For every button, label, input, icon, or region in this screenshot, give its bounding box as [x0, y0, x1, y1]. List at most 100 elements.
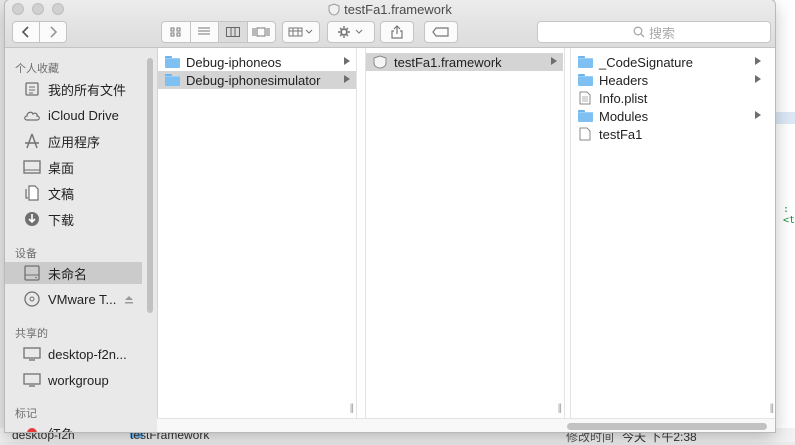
sidebar-item-workgroup[interactable]: workgroup [5, 369, 142, 391]
list-view-button[interactable] [191, 22, 219, 42]
download-icon [22, 210, 42, 228]
list-item[interactable]: testFa1 [571, 125, 767, 143]
back-button[interactable] [13, 22, 40, 42]
nav-buttons [12, 21, 67, 43]
list-item-label: Debug-iphonesimulator [186, 72, 321, 88]
list-item[interactable]: Headers [571, 71, 767, 89]
search-input[interactable]: 搜索 [537, 21, 771, 43]
list-item[interactable]: testFa1.framework [366, 53, 563, 71]
tag-icon [432, 27, 449, 37]
framework-icon [328, 3, 340, 19]
grid-view-icon [170, 27, 181, 37]
sidebar-item-label: 未命名 [48, 266, 88, 282]
share-icon [391, 25, 403, 39]
sidebar-item-downloads[interactable]: 下载 [5, 208, 142, 230]
column-resize-handle[interactable]: || [770, 403, 774, 414]
browser-column-2: testFa1.framework || [365, 48, 565, 418]
editor-highlight-line [775, 112, 795, 124]
tags-button[interactable] [424, 21, 458, 43]
list-view-icon [198, 27, 211, 35]
sidebar-item-untitled-drive[interactable]: 未命名 [5, 262, 142, 284]
disclosure-arrow-icon [755, 111, 761, 119]
applications-icon [22, 132, 42, 150]
sidebar-item-label: 红色 [48, 424, 74, 433]
sidebar-section-tags: 标记 [15, 408, 37, 420]
list-item-label: Headers [599, 72, 649, 88]
finder-window: testFa1.framework 搜索 个人收藏 我的所有文件 iCloud … [5, 0, 775, 432]
documents-icon [22, 184, 42, 202]
list-item-label: Info.plist [599, 90, 648, 106]
sidebar-item-desktop[interactable]: 桌面 [5, 156, 142, 178]
sidebar-item-label: 桌面 [48, 160, 75, 176]
folder-icon [577, 109, 593, 123]
list-item[interactable]: Info.plist [571, 89, 767, 107]
share-button[interactable] [380, 21, 414, 43]
column-view-button[interactable] [219, 22, 248, 42]
sidebar-item-applications[interactable]: 应用程序 [5, 130, 142, 152]
list-item-label: _CodeSignature [599, 54, 693, 70]
action-button[interactable] [327, 21, 375, 43]
search-icon [633, 26, 645, 38]
sidebar-item-red-tag[interactable]: 红色 [5, 422, 142, 432]
background-editor: : <t [775, 0, 795, 442]
folder-icon [164, 55, 180, 69]
list-item-label: testFa1.framework [394, 54, 502, 70]
sidebar-section-favorites: 个人收藏 [15, 63, 59, 75]
sidebar-item-vmware[interactable]: VMware T... [5, 288, 142, 310]
sidebar-item-desktop-f2n[interactable]: desktop-f2n... [5, 343, 142, 365]
horizontal-scrollbar-thumb[interactable] [567, 423, 767, 430]
disc-icon [22, 290, 42, 308]
list-item[interactable]: Modules [571, 107, 767, 125]
forward-button[interactable] [40, 22, 66, 42]
editor-code-fragment: : <t [783, 204, 795, 226]
disclosure-arrow-icon [344, 57, 350, 65]
sidebar-item-documents[interactable]: 文稿 [5, 182, 142, 204]
folder-icon [577, 55, 593, 69]
gallery-view-icon [252, 27, 270, 37]
browser-column-1: Debug-iphoneos Debug-iphonesimulator || [158, 48, 357, 418]
icon-view-button[interactable] [162, 22, 191, 42]
sidebar-item-icloud-drive[interactable]: iCloud Drive [5, 104, 142, 126]
window-title: testFa1.framework [5, 2, 775, 19]
drive-icon [22, 264, 42, 282]
chevron-left-icon [22, 26, 29, 38]
all-files-icon [22, 80, 42, 98]
sidebar-item-label: 文稿 [48, 186, 75, 202]
framework-icon [372, 55, 388, 69]
disclosure-arrow-icon [755, 57, 761, 65]
sidebar-item-label: 我的所有文件 [48, 82, 127, 98]
disclosure-arrow-icon [344, 75, 350, 83]
disclosure-arrow-icon [755, 75, 761, 83]
column-view-icon [225, 27, 240, 37]
plist-file-icon [577, 91, 593, 105]
sidebar-scrollbar[interactable] [147, 58, 153, 313]
sidebar-item-label: 应用程序 [48, 134, 101, 150]
search-placeholder: 搜索 [648, 25, 675, 41]
sidebar-item-all-files[interactable]: 我的所有文件 [5, 78, 142, 100]
title-bar: testFa1.framework 搜索 [5, 0, 775, 48]
cloud-icon [22, 106, 42, 124]
computer-icon [22, 345, 42, 363]
sidebar-section-devices: 设备 [15, 248, 37, 260]
column-resize-handle[interactable]: || [350, 403, 354, 414]
horizontal-scrollbar[interactable] [157, 418, 775, 432]
arrange-button[interactable] [282, 21, 320, 43]
list-item[interactable]: Debug-iphoneos [158, 53, 356, 71]
chevron-right-icon [50, 26, 57, 38]
sidebar: 个人收藏 我的所有文件 iCloud Drive 应用程序 桌面 文稿 下载 设… [5, 48, 158, 432]
browser-column-3: _CodeSignature Headers Info.plist Module… [570, 48, 775, 418]
list-item[interactable]: Debug-iphonesimulator [158, 71, 356, 89]
folder-icon [577, 73, 593, 87]
eject-icon[interactable] [124, 292, 134, 307]
gallery-view-button[interactable] [248, 22, 276, 42]
computer-icon [22, 371, 42, 389]
sidebar-section-shared: 共享的 [15, 328, 48, 340]
sidebar-item-label: iCloud Drive [48, 107, 119, 123]
list-item[interactable]: _CodeSignature [571, 53, 767, 71]
view-mode-control [161, 21, 276, 43]
file-icon [577, 127, 593, 141]
sidebar-item-label: 下载 [48, 212, 75, 228]
gear-icon [338, 26, 363, 38]
list-item-label: Debug-iphoneos [186, 54, 282, 70]
column-resize-handle[interactable]: || [558, 403, 562, 414]
